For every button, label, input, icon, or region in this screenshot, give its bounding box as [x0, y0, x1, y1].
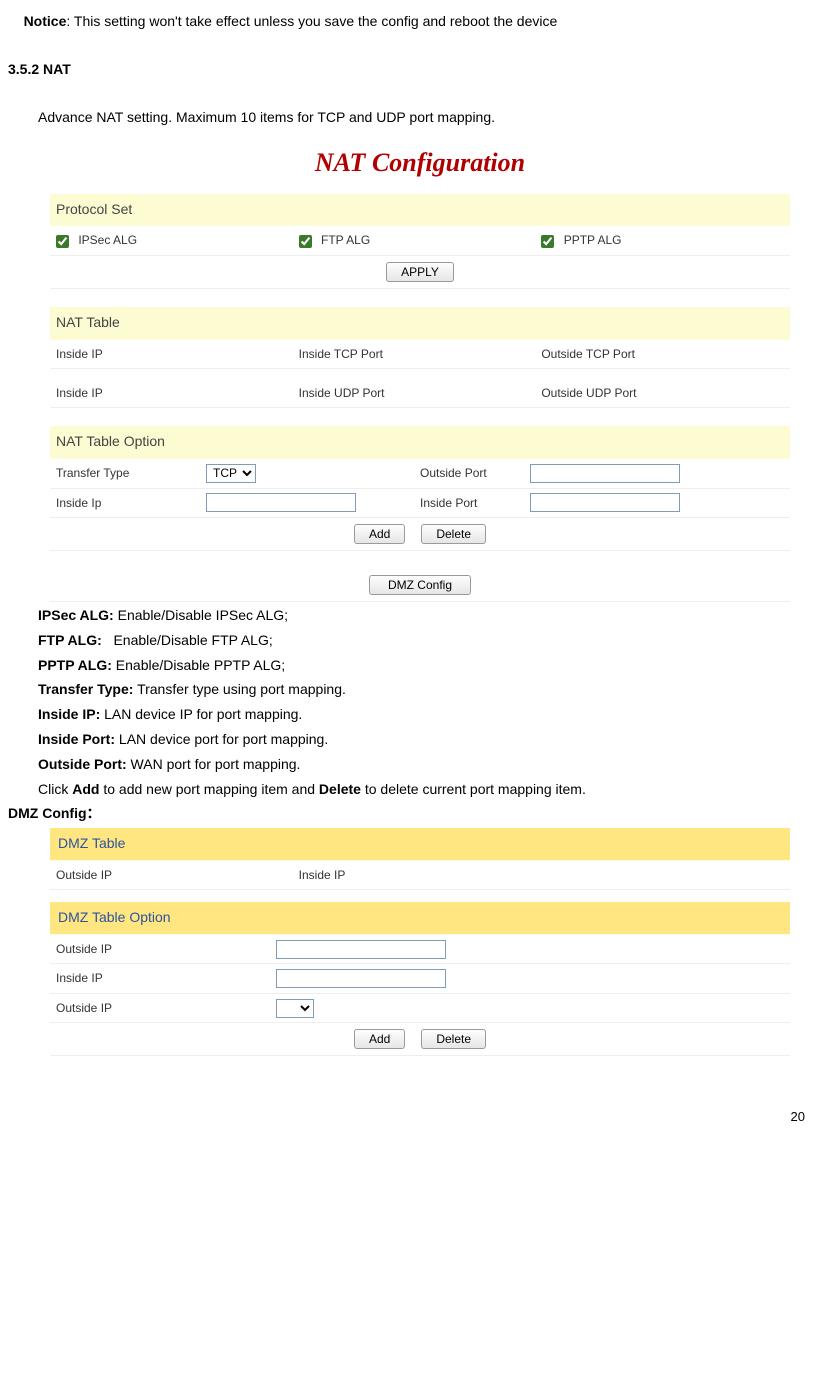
dmz-gap2 [50, 1056, 790, 1066]
nat-table-heading: NAT Table [50, 307, 790, 340]
delete-button[interactable]: Delete [421, 524, 486, 544]
inside-ip-input[interactable] [206, 493, 356, 512]
dmz-opt-row-1: Outside IP [50, 935, 790, 964]
gap2 [50, 408, 790, 426]
dmz-outside-ip-select[interactable] [276, 999, 314, 1018]
def-pptp: PPTP ALG: Enable/Disable PPTP ALG; [38, 654, 805, 678]
gap3 [50, 551, 790, 569]
notice-label: Notice [24, 13, 67, 29]
dmz-opt-row-2: Inside IP [50, 964, 790, 993]
dmz-config-button[interactable]: DMZ Config [369, 575, 471, 595]
ipsec-alg-label: IPSec ALG [78, 233, 137, 247]
dmz-option-heading: DMZ Table Option [50, 902, 790, 935]
dmz-inside-ip-label: Inside IP [299, 868, 346, 882]
nat-config-panel: NAT Configuration Protocol Set IPSec ALG… [50, 137, 790, 602]
pptp-alg-label: PPTP ALG [564, 233, 622, 247]
outside-port-input[interactable] [530, 464, 680, 483]
panel-title: NAT Configuration [50, 137, 790, 193]
dmz-panel: DMZ Table Outside IP Inside IP DMZ Table… [50, 828, 790, 1066]
dmz-outside-ip-input[interactable] [276, 940, 446, 959]
dmz-table-row: Outside IP Inside IP [50, 861, 790, 890]
click-add-delete-line: Click Add to add new port mapping item a… [38, 778, 805, 802]
inside-port-input[interactable] [530, 493, 680, 512]
dmz-gap [50, 890, 790, 902]
dmz-delete-button[interactable]: Delete [421, 1029, 486, 1049]
section-heading: 3.5.2 NAT [8, 58, 805, 82]
nat-r1-c1: Inside IP [56, 347, 103, 361]
dmz-config-row: DMZ Config [50, 569, 790, 602]
nat-r2-c2: Inside UDP Port [299, 386, 385, 400]
nat-table-row-2: Inside IP Inside UDP Port Outside UDP Po… [50, 369, 790, 408]
transfer-type-label: Transfer Type [56, 463, 206, 483]
notice-line: Notice: This setting won't take effect u… [8, 10, 805, 34]
ftp-alg-checkbox[interactable] [299, 235, 312, 248]
dmz-add-delete-row: Add Delete [50, 1023, 790, 1056]
def-transfer-type: Transfer Type: Transfer type using port … [38, 678, 805, 702]
nat-option-heading: NAT Table Option [50, 426, 790, 459]
dmz-table-heading: DMZ Table [50, 828, 790, 861]
inside-port-label: Inside Port [420, 493, 530, 513]
protocol-set-row: IPSec ALG FTP ALG PPTP ALG [50, 226, 790, 255]
dmz-add-button[interactable]: Add [354, 1029, 405, 1049]
intro-text: Advance NAT setting. Maximum 10 items fo… [38, 106, 805, 130]
dmz-outside-ip-label: Outside IP [56, 868, 112, 882]
outside-port-label: Outside Port [420, 463, 530, 483]
ipsec-alg-checkbox[interactable] [56, 235, 69, 248]
add-delete-row: Add Delete [50, 518, 790, 551]
dmz-opt-inside-label: Inside IP [56, 968, 276, 988]
nat-table-row-1: Inside IP Inside TCP Port Outside TCP Po… [50, 340, 790, 369]
nat-option-row-1: Transfer Type TCP Outside Port [50, 459, 790, 488]
def-ipsec: IPSec ALG: Enable/Disable IPSec ALG; [38, 604, 805, 628]
inside-ip-label: Inside Ip [56, 493, 206, 513]
notice-text: : This setting won't take effect unless … [66, 13, 557, 29]
ftp-alg-label: FTP ALG [321, 233, 370, 247]
nat-r1-c2: Inside TCP Port [299, 347, 383, 361]
page-number: 20 [8, 1106, 805, 1128]
add-button[interactable]: Add [354, 524, 405, 544]
apply-button[interactable]: APPLY [386, 262, 454, 282]
gap [50, 289, 790, 307]
nat-r2-c1: Inside IP [56, 386, 103, 400]
def-ftp: FTP ALG: Enable/Disable FTP ALG; [38, 629, 805, 653]
dmz-opt-row-3: Outside IP [50, 994, 790, 1023]
nat-option-row-2: Inside Ip Inside Port [50, 489, 790, 518]
apply-row: APPLY [50, 256, 790, 289]
dmz-opt-outside-label: Outside IP [56, 939, 276, 959]
protocol-set-heading: Protocol Set [50, 194, 790, 227]
pptp-alg-checkbox[interactable] [541, 235, 554, 248]
nat-r1-c3: Outside TCP Port [541, 347, 635, 361]
dmz-inside-ip-input[interactable] [276, 969, 446, 988]
def-inside-ip: Inside IP: LAN device IP for port mappin… [38, 703, 805, 727]
nat-r2-c3: Outside UDP Port [541, 386, 636, 400]
dmz-opt-outside2-label: Outside IP [56, 998, 276, 1018]
def-outside-port: Outside Port: WAN port for port mapping. [38, 753, 805, 777]
transfer-type-select[interactable]: TCP [206, 464, 256, 483]
dmz-config-heading: DMZ Config： [8, 802, 805, 826]
def-inside-port: Inside Port: LAN device port for port ma… [38, 728, 805, 752]
